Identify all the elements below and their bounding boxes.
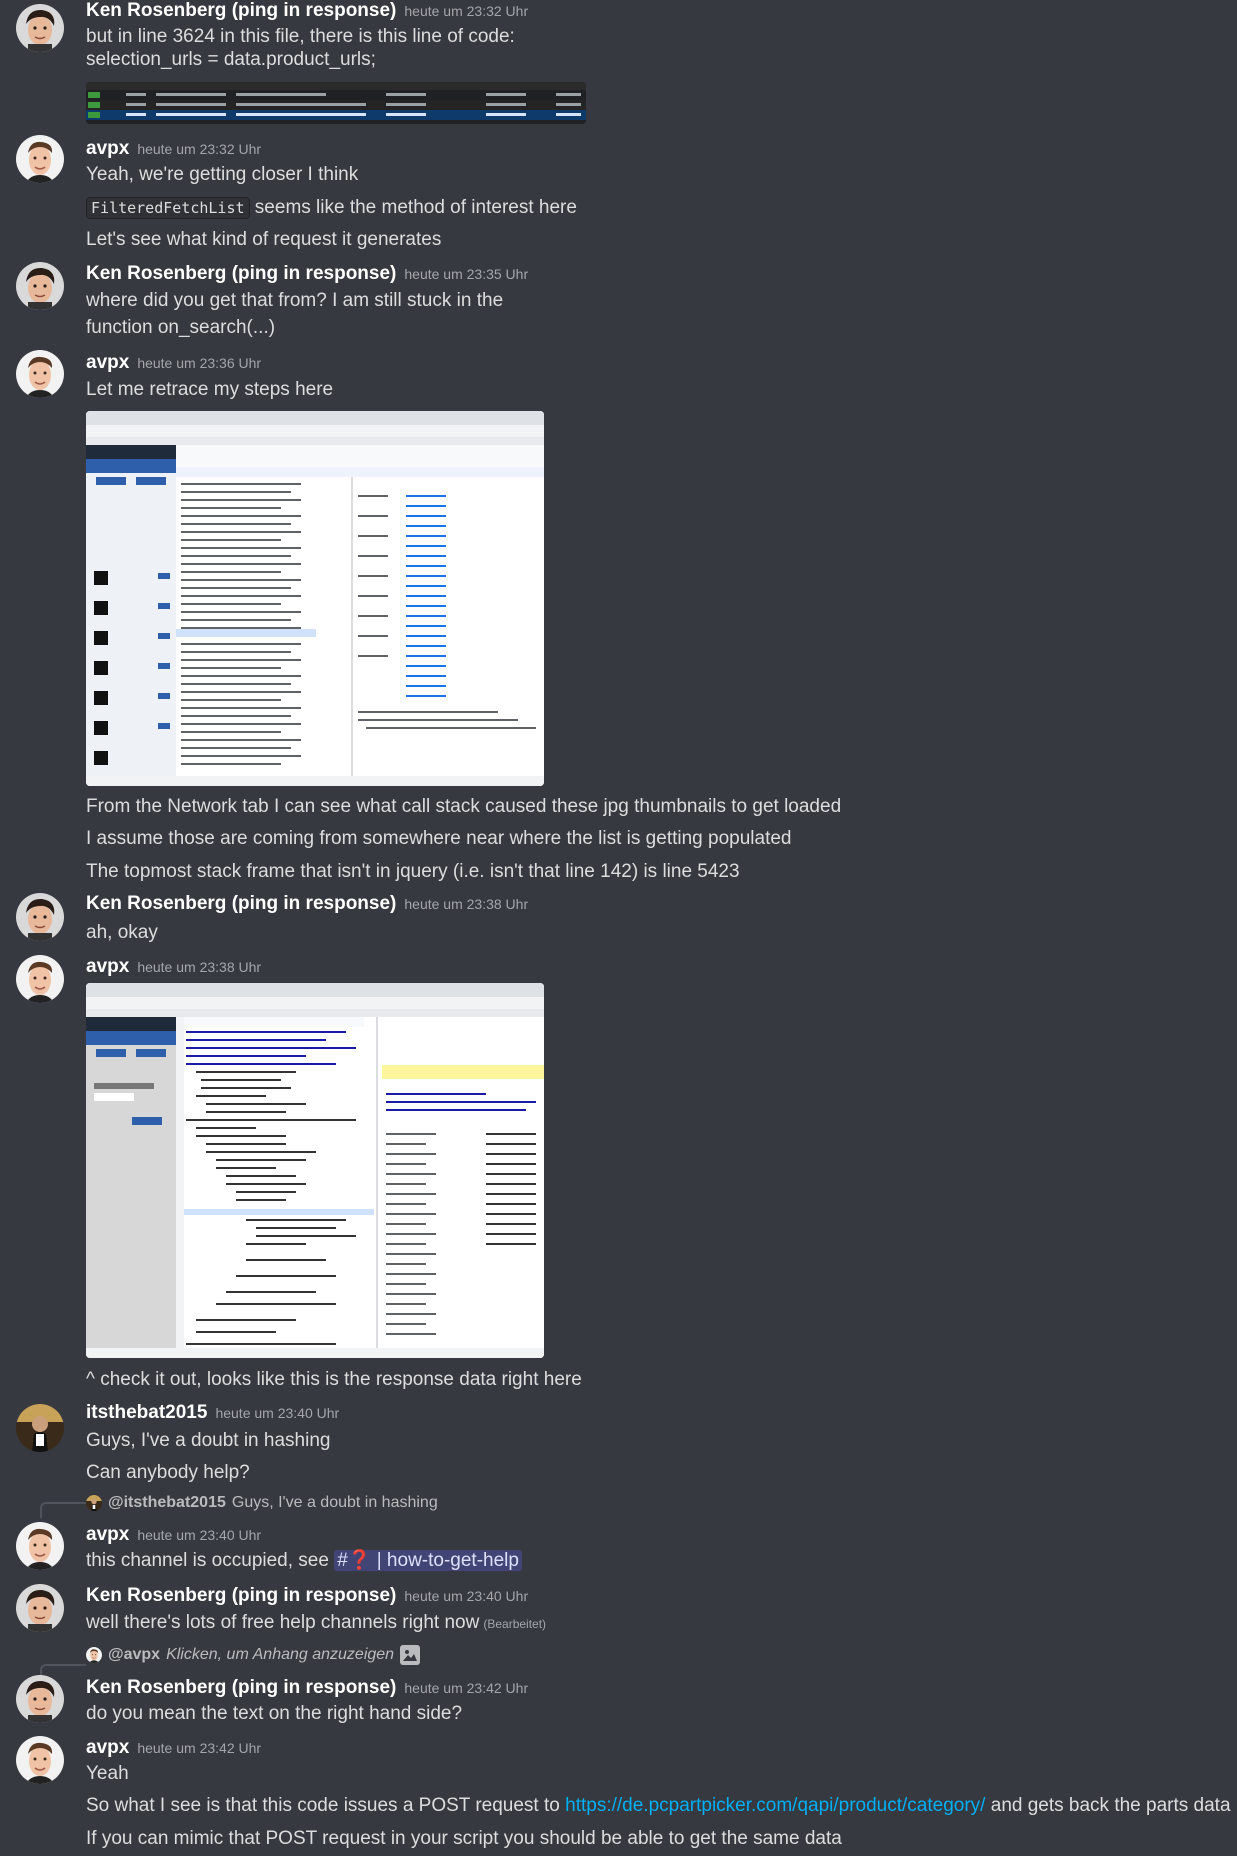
username[interactable]: avpx <box>86 956 129 977</box>
message-text: Let me retrace my steps here <box>86 379 334 400</box>
timestamp: heute um 23:40 Uhr <box>215 1405 340 1421</box>
username[interactable]: itsthebat2015 <box>86 1402 207 1423</box>
message-text: Guys, I've a doubt in hashing <box>86 1430 331 1451</box>
message-header: avpx heute um 23:32 Uhr <box>86 138 261 160</box>
message-text: Can anybody help? <box>86 1462 250 1483</box>
timestamp: heute um 23:40 Uhr <box>404 1588 529 1604</box>
message-header: avpx heute um 23:40 Uhr <box>86 1524 261 1546</box>
reply-text[interactable]: Klicken, um Anhang anzuzeigen <box>166 1646 394 1664</box>
message-header: Ken Rosenberg (ping in response) heute um… <box>86 893 528 915</box>
username[interactable]: Ken Rosenberg (ping in response) <box>86 1677 396 1698</box>
reply-avatar <box>86 1495 102 1511</box>
message-header: Ken Rosenberg (ping in response) heute um… <box>86 1585 528 1607</box>
username[interactable]: avpx <box>86 138 129 159</box>
reply-avatar <box>86 1647 102 1663</box>
timestamp: heute um 23:42 Uhr <box>404 1680 529 1696</box>
timestamp: heute um 23:36 Uhr <box>137 355 262 371</box>
timestamp: heute um 23:32 Uhr <box>137 141 262 157</box>
username[interactable]: avpx <box>86 352 129 373</box>
username[interactable]: avpx <box>86 1737 129 1758</box>
message-text: selection_urls = data.product_urls; <box>86 49 376 70</box>
network-table-screenshot[interactable] <box>86 82 586 124</box>
message-text: From the Network tab I can see what call… <box>86 796 842 817</box>
timestamp: heute um 23:42 Uhr <box>137 1740 262 1756</box>
username[interactable]: Ken Rosenberg (ping in response) <box>86 263 396 284</box>
message-text: So what I see is that this code issues a… <box>86 1793 1231 1819</box>
reply-preview[interactable]: @avpx Klicken, um Anhang anzuzeigen <box>86 1645 421 1665</box>
user-avatar[interactable] <box>16 955 64 1003</box>
message-header: Ken Rosenberg (ping in response) heute um… <box>86 0 528 22</box>
timestamp: heute um 23:38 Uhr <box>137 959 262 975</box>
message-header: avpx heute um 23:38 Uhr <box>86 956 261 978</box>
user-avatar[interactable] <box>16 1736 64 1784</box>
channel-mention[interactable]: #❓ | how-to-get-help <box>334 1550 522 1571</box>
message-header: itsthebat2015 heute um 23:40 Uhr <box>86 1402 339 1424</box>
inline-code: FilteredFetchList <box>86 197 250 219</box>
message-text-part: this channel is occupied, see <box>86 1550 335 1571</box>
username[interactable]: Ken Rosenberg (ping in response) <box>86 893 396 914</box>
username[interactable]: Ken Rosenberg (ping in response) <box>86 0 396 21</box>
user-avatar[interactable] <box>16 350 64 398</box>
reply-username[interactable]: @avpx <box>108 1646 160 1664</box>
message-text: do you mean the text on the right hand s… <box>86 1703 463 1724</box>
message-text: FilteredFetchList seems like the method … <box>86 195 577 221</box>
message-text-part: and gets back the parts data <box>985 1795 1231 1816</box>
message-text: ah, okay <box>86 922 158 943</box>
timestamp: heute um 23:40 Uhr <box>137 1527 262 1543</box>
url-link[interactable]: https://de.pcpartpicker.com/qapi/product… <box>565 1795 985 1816</box>
image-icon <box>400 1645 421 1665</box>
message-text: ^ check it out, looks like this is the r… <box>86 1369 582 1390</box>
user-avatar[interactable] <box>16 4 64 52</box>
message-text: Let's see what kind of request it genera… <box>86 229 442 250</box>
message-header: Ken Rosenberg (ping in response) heute um… <box>86 263 528 285</box>
user-avatar[interactable] <box>16 893 64 941</box>
message-text: function on_search(...) <box>86 317 276 338</box>
message-header: Ken Rosenberg (ping in response) heute um… <box>86 1677 528 1699</box>
username[interactable]: avpx <box>86 1524 129 1545</box>
timestamp: heute um 23:38 Uhr <box>404 896 529 912</box>
message-text: where did you get that from? I am still … <box>86 290 504 311</box>
message-text: The topmost stack frame that isn't in jq… <box>86 861 740 882</box>
user-avatar[interactable] <box>16 1675 64 1723</box>
message-header: avpx heute um 23:36 Uhr <box>86 352 261 374</box>
message-header: avpx heute um 23:42 Uhr <box>86 1737 261 1759</box>
edited-label: (Bearbeitet) <box>483 1617 547 1631</box>
reply-preview[interactable]: @itsthebat2015 Guys, I've a doubt in has… <box>86 1494 438 1512</box>
message-text: If you can mimic that POST request in yo… <box>86 1828 842 1849</box>
message-text-part: well there's lots of free help channels … <box>86 1612 480 1633</box>
message-text: this channel is occupied, see #❓ | how-t… <box>86 1548 522 1574</box>
timestamp: heute um 23:32 Uhr <box>404 3 529 19</box>
reply-username[interactable]: @itsthebat2015 <box>108 1494 226 1512</box>
message-text: Yeah, we're getting closer I think <box>86 164 359 185</box>
user-avatar[interactable] <box>16 1522 64 1570</box>
message-text: Yeah <box>86 1763 129 1784</box>
user-avatar[interactable] <box>16 262 64 310</box>
reply-text[interactable]: Guys, I've a doubt in hashing <box>232 1494 438 1512</box>
user-avatar[interactable] <box>16 1404 64 1452</box>
user-avatar[interactable] <box>16 135 64 183</box>
message-text: well there's lots of free help channels … <box>86 1610 546 1637</box>
message-text-rest: seems like the method of interest here <box>249 197 577 218</box>
devtools-debugger-screenshot[interactable] <box>86 983 544 1358</box>
username[interactable]: Ken Rosenberg (ping in response) <box>86 1585 396 1606</box>
reply-spine <box>40 1502 86 1518</box>
devtools-network-screenshot[interactable] <box>86 411 544 786</box>
message-text-part: So what I see is that this code issues a… <box>86 1795 566 1816</box>
message-text: I assume those are coming from somewhere… <box>86 828 792 849</box>
timestamp: heute um 23:35 Uhr <box>404 266 529 282</box>
user-avatar[interactable] <box>16 1584 64 1632</box>
